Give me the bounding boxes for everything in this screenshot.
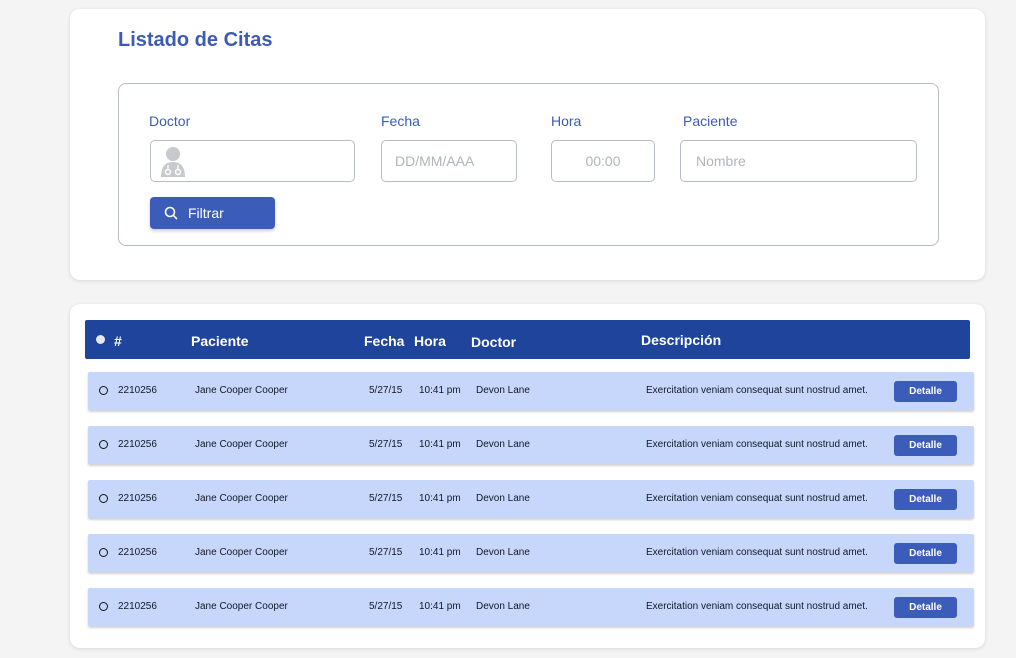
table-row[interactable]: 2210256 Jane Cooper Cooper 5/27/15 10:41…: [88, 534, 974, 572]
header-doctor: Doctor: [471, 334, 517, 350]
row-time: 10:41 pm: [419, 601, 461, 612]
table-row[interactable]: 2210256 Jane Cooper Cooper 5/27/15 10:41…: [88, 480, 974, 518]
paciente-placeholder: Nombre: [696, 153, 746, 169]
row-time: 10:41 pm: [419, 493, 461, 504]
row-date: 5/27/15: [369, 547, 403, 558]
table-header: # Paciente Fecha Hora Doctor Descripción: [85, 320, 970, 359]
row-date: 5/27/15: [369, 601, 403, 612]
header-number: #: [114, 333, 122, 349]
fecha-input[interactable]: DD/MM/AAA: [381, 140, 517, 182]
row-patient: Jane Cooper Cooper: [195, 493, 288, 504]
row-description: Exercitation veniam consequat sunt nostr…: [646, 547, 868, 558]
row-id: 2210256: [118, 439, 157, 450]
row-description: Exercitation veniam consequat sunt nostr…: [646, 493, 868, 504]
row-time: 10:41 pm: [419, 439, 461, 450]
hora-placeholder: 00:00: [585, 153, 621, 169]
fecha-placeholder: DD/MM/AAA: [395, 153, 475, 169]
row-description: Exercitation veniam consequat sunt nostr…: [646, 601, 868, 612]
hora-label: Hora: [551, 113, 582, 129]
doctor-select[interactable]: [150, 140, 355, 182]
paciente-input[interactable]: Nombre: [680, 140, 917, 182]
row-description: Exercitation veniam consequat sunt nostr…: [646, 439, 868, 450]
header-description: Descripción: [641, 332, 722, 348]
filter-card: Listado de Citas Doctor Fecha DD/MM/AAA …: [70, 9, 985, 280]
search-icon: [164, 206, 178, 220]
table-row[interactable]: 2210256 Jane Cooper Cooper 5/27/15 10:41…: [88, 588, 974, 626]
row-time: 10:41 pm: [419, 385, 461, 396]
row-radio[interactable]: [99, 602, 108, 611]
row-id: 2210256: [118, 493, 157, 504]
row-id: 2210256: [118, 601, 157, 612]
fecha-label: Fecha: [381, 113, 420, 129]
row-description: Exercitation veniam consequat sunt nostr…: [646, 385, 868, 396]
doctor-avatar-icon: [161, 147, 185, 177]
row-doctor: Devon Lane: [476, 601, 530, 612]
appointments-table-card: # Paciente Fecha Hora Doctor Descripción…: [70, 304, 985, 648]
row-date: 5/27/15: [369, 439, 403, 450]
hora-input[interactable]: 00:00: [551, 140, 655, 182]
table-row[interactable]: 2210256 Jane Cooper Cooper 5/27/15 10:41…: [88, 426, 974, 464]
row-doctor: Devon Lane: [476, 385, 530, 396]
row-doctor: Devon Lane: [476, 547, 530, 558]
row-radio[interactable]: [99, 548, 108, 557]
header-date: Fecha: [364, 333, 405, 349]
page-title: Listado de Citas: [118, 29, 273, 51]
detail-button[interactable]: Detalle: [894, 381, 957, 402]
row-doctor: Devon Lane: [476, 439, 530, 450]
row-doctor: Devon Lane: [476, 493, 530, 504]
row-patient: Jane Cooper Cooper: [195, 439, 288, 450]
row-id: 2210256: [118, 385, 157, 396]
select-all-radio[interactable]: [96, 335, 105, 344]
row-patient: Jane Cooper Cooper: [195, 601, 288, 612]
header-time: Hora: [414, 333, 446, 349]
filter-button-label: Filtrar: [188, 205, 224, 221]
row-radio[interactable]: [99, 386, 108, 395]
doctor-label: Doctor: [149, 113, 191, 129]
detail-button[interactable]: Detalle: [894, 489, 957, 510]
row-patient: Jane Cooper Cooper: [195, 547, 288, 558]
detail-button[interactable]: Detalle: [894, 543, 957, 564]
paciente-label: Paciente: [683, 113, 738, 129]
detail-button[interactable]: Detalle: [894, 435, 957, 456]
row-radio[interactable]: [99, 440, 108, 449]
row-date: 5/27/15: [369, 493, 403, 504]
filter-panel: Doctor Fecha DD/MM/AAA Hora 00:00 Pacien…: [118, 83, 939, 246]
row-id: 2210256: [118, 547, 157, 558]
detail-button[interactable]: Detalle: [894, 597, 957, 618]
row-radio[interactable]: [99, 494, 108, 503]
header-patient: Paciente: [191, 333, 249, 349]
row-time: 10:41 pm: [419, 547, 461, 558]
row-patient: Jane Cooper Cooper: [195, 385, 288, 396]
table-row[interactable]: 2210256 Jane Cooper Cooper 5/27/15 10:41…: [88, 372, 974, 410]
row-date: 5/27/15: [369, 385, 403, 396]
filter-button[interactable]: Filtrar: [150, 197, 275, 229]
